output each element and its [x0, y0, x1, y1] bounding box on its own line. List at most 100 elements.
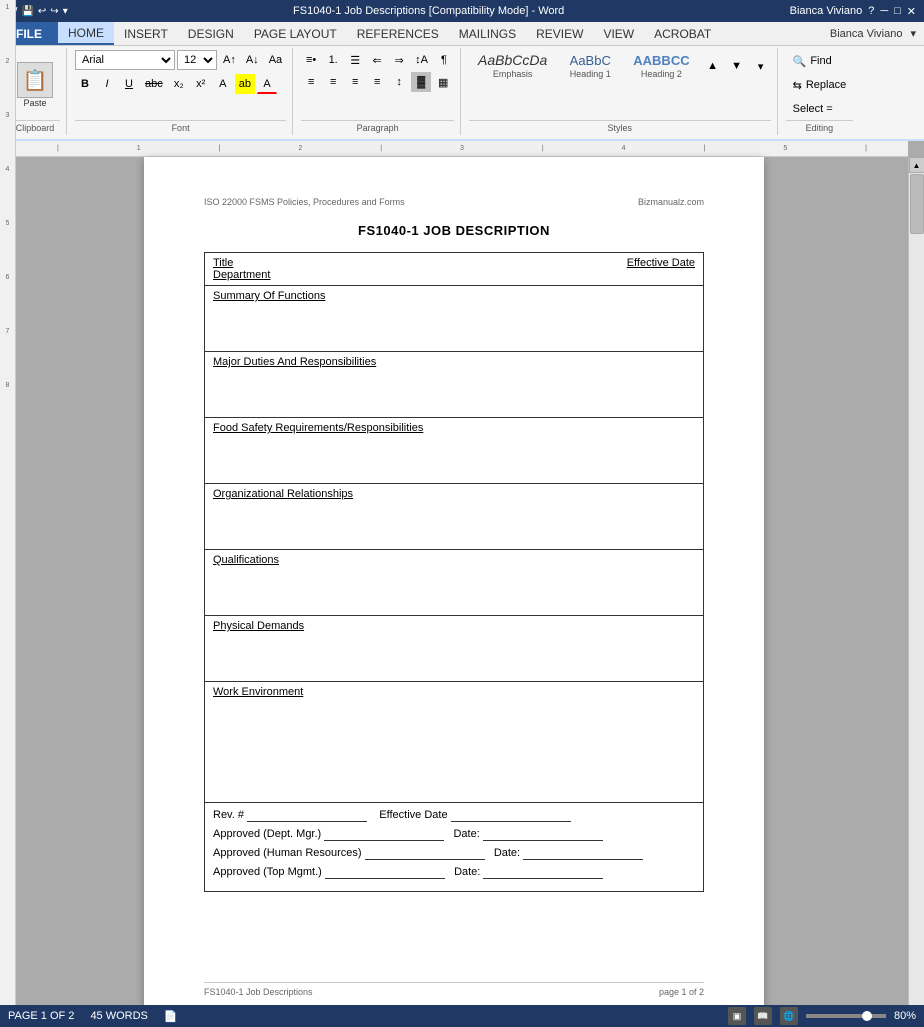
approval-row: Rev. # Effective Date Approved (Dept. Mg… [205, 803, 704, 892]
physical-demands-cell: Physical Demands [205, 616, 704, 682]
show-formatting-btn[interactable]: ¶ [434, 50, 454, 70]
text-effect-btn[interactable]: A [213, 74, 233, 94]
help-btn[interactable]: ? [868, 5, 874, 17]
italic-btn[interactable]: I [97, 74, 117, 94]
replace-btn[interactable]: ⇆ Replace [786, 74, 854, 96]
bold-btn[interactable]: B [75, 74, 95, 94]
paste-button[interactable]: 📋 Paste [10, 57, 60, 113]
align-right-btn[interactable]: ≡ [345, 72, 365, 92]
user-account: Bianca Viviano [830, 28, 903, 40]
menu-item-references[interactable]: REFERENCES [347, 22, 449, 45]
style-heading1[interactable]: AaBbC Heading 1 [560, 51, 620, 82]
major-duties-content[interactable] [213, 368, 695, 413]
menu-item-home[interactable]: HOME [58, 22, 114, 45]
align-left-btn[interactable]: ≡ [301, 72, 321, 92]
bullets-btn[interactable]: ≡• [301, 50, 321, 70]
increase-indent-btn[interactable]: ⇒ [389, 50, 409, 70]
menu-items: HOME INSERT DESIGN PAGE LAYOUT REFERENCE… [58, 22, 721, 45]
date-label3: Date: [454, 866, 480, 878]
styles-expand[interactable]: ▾ [751, 56, 771, 76]
paste-icon: 📋 [17, 62, 53, 98]
sort-btn[interactable]: ↕A [411, 50, 432, 70]
redo-icon[interactable]: ↪ [50, 6, 58, 17]
strikethrough-btn[interactable]: abc [141, 74, 167, 94]
qualifications-content[interactable] [213, 566, 695, 611]
menu-right: Bianca Viviano ▾ [830, 27, 924, 40]
date-field3 [483, 866, 603, 879]
justify-btn[interactable]: ≡ [367, 72, 387, 92]
top-mgmt-line: Approved (Top Mgmt.) Date: [213, 866, 695, 879]
reading-layout-btn[interactable]: 📖 [754, 1007, 772, 1025]
save-icon[interactable]: 💾 [21, 6, 33, 17]
summary-label: Summary Of Functions [213, 290, 325, 302]
document-title: FS1040-1 JOB DESCRIPTION [204, 223, 704, 238]
multilevel-btn[interactable]: ☰ [345, 50, 365, 70]
food-safety-label: Food Safety Requirements/Responsibilitie… [213, 422, 423, 434]
zoom-level: 80% [894, 1010, 916, 1022]
summary-cell: Summary Of Functions [205, 286, 704, 352]
ribbon-font-group: Arial 12 A↑ A↓ Aa B I U abc x₂ x² A ab A [69, 48, 293, 135]
styles-scroll-down[interactable]: ▼ [727, 56, 747, 76]
ribbon-styles-group: AaBbCcDa Emphasis AaBbC Heading 1 AABBCC… [463, 48, 778, 135]
maximize-btn[interactable]: □ [894, 5, 901, 17]
align-center-btn[interactable]: ≡ [323, 72, 343, 92]
font-family-select[interactable]: Arial [75, 50, 175, 70]
menu-item-mailings[interactable]: MAILINGS [449, 22, 526, 45]
zoom-slider[interactable] [806, 1014, 886, 1018]
food-safety-content[interactable] [213, 434, 695, 479]
underline-btn[interactable]: U [119, 74, 139, 94]
close-btn[interactable]: ✕ [907, 5, 916, 18]
title-bar: W 💾 ↩ ↪ ▾ FS1040-1 Job Descriptions [Com… [0, 0, 924, 22]
physical-demands-row: Physical Demands [205, 616, 704, 682]
find-label: Find [810, 55, 831, 67]
menu-item-acrobat[interactable]: ACROBAT [644, 22, 721, 45]
shrink-font-btn[interactable]: A↓ [242, 50, 263, 70]
dept-mgr-field [324, 828, 444, 841]
web-layout-btn[interactable]: 🌐 [780, 1007, 798, 1025]
grow-font-btn[interactable]: A↑ [219, 50, 240, 70]
selection-icon: 📄 [164, 1010, 178, 1023]
select-btn[interactable]: Select = [786, 98, 854, 120]
borders-btn[interactable]: ▦ [433, 72, 453, 92]
font-color-btn[interactable]: A [257, 74, 277, 94]
line-spacing-btn[interactable]: ↕ [389, 72, 409, 92]
superscript-btn[interactable]: x² [191, 74, 211, 94]
work-env-content[interactable] [213, 698, 695, 798]
footer-right: page 1 of 2 [659, 987, 704, 997]
physical-demands-content[interactable] [213, 632, 695, 677]
subscript-btn[interactable]: x₂ [169, 74, 189, 94]
font-size-select[interactable]: 12 [177, 50, 217, 70]
scroll-track[interactable] [909, 173, 924, 1011]
menu-item-design[interactable]: DESIGN [178, 22, 244, 45]
clear-format-btn[interactable]: Aa [265, 50, 286, 70]
highlight-btn[interactable]: ab [235, 74, 255, 94]
org-label: Organizational Relationships [213, 488, 353, 500]
clipboard-label: Clipboard [10, 120, 60, 133]
header-right: Bizmanualz.com [638, 197, 704, 207]
styles-scroll-up[interactable]: ▲ [703, 56, 723, 76]
font-row1: Arial 12 A↑ A↓ Aa [75, 50, 286, 70]
expand-icon[interactable]: ▾ [910, 27, 916, 40]
zoom-thumb[interactable] [862, 1011, 872, 1021]
find-btn[interactable]: 🔍 Find [786, 50, 854, 72]
decrease-indent-btn[interactable]: ⇐ [367, 50, 387, 70]
menu-item-page-layout[interactable]: PAGE LAYOUT [244, 22, 347, 45]
scroll-thumb[interactable] [910, 174, 924, 234]
menu-item-insert[interactable]: INSERT [114, 22, 178, 45]
menu-item-view[interactable]: VIEW [593, 22, 644, 45]
undo-icon[interactable]: ↩ [38, 6, 46, 17]
style-heading2[interactable]: AABBCC Heading 2 [624, 51, 698, 82]
print-layout-btn[interactable]: ▣ [728, 1007, 746, 1025]
numbering-btn[interactable]: 1. [323, 50, 343, 70]
date-label2: Date: [494, 847, 520, 859]
scroll-up-btn[interactable]: ▲ [909, 157, 924, 173]
style-emphasis[interactable]: AaBbCcDa Emphasis [469, 50, 556, 82]
summary-content[interactable] [213, 302, 695, 347]
menu-item-review[interactable]: REVIEW [526, 22, 593, 45]
shading-btn[interactable]: ▓ [411, 72, 431, 92]
styles-label: Styles [469, 120, 771, 133]
rev-field [247, 809, 367, 822]
minimize-btn[interactable]: ─ [880, 5, 888, 17]
org-content[interactable] [213, 500, 695, 545]
para-row2: ≡ ≡ ≡ ≡ ↕ ▓ ▦ [301, 72, 454, 92]
